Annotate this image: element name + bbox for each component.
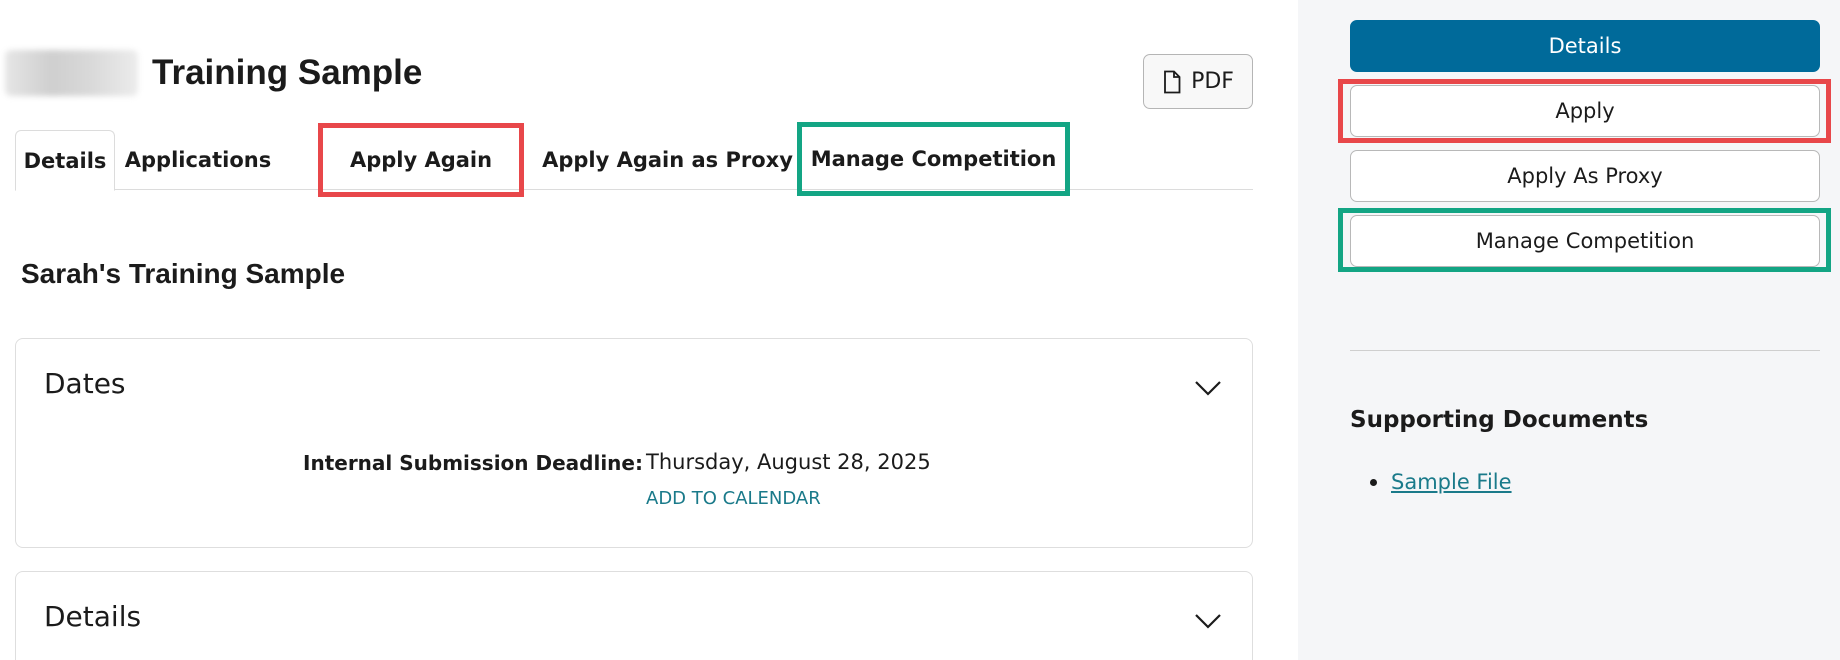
deadline-label: Internal Submission Deadline: — [303, 451, 643, 475]
list-item: Sample File — [1370, 470, 1512, 494]
page-title: Training Sample — [152, 53, 423, 92]
tab-apply-again-as-proxy[interactable]: Apply Again as Proxy — [535, 130, 800, 190]
tab-apply-again[interactable]: Apply Again — [318, 123, 524, 197]
chevron-down-icon[interactable] — [1194, 379, 1222, 397]
tab-applications[interactable]: Applications — [118, 130, 278, 190]
sample-file-link[interactable]: Sample File — [1391, 470, 1512, 494]
tab-manage-competition[interactable]: Manage Competition — [797, 122, 1070, 196]
redacted-name — [5, 50, 138, 96]
deadline-value: Thursday, August 28, 2025 — [646, 450, 931, 474]
apply-as-proxy-button[interactable]: Apply As Proxy — [1350, 150, 1820, 202]
details-card: Details — [15, 571, 1253, 660]
sidebar-divider — [1350, 350, 1820, 351]
file-icon — [1164, 70, 1181, 93]
bullet-icon — [1370, 478, 1377, 486]
dates-card-title: Dates — [44, 367, 126, 400]
main-content: Training Sample PDF Details Applications… — [0, 0, 1298, 660]
apply-button[interactable]: Apply — [1350, 85, 1820, 137]
manage-competition-button[interactable]: Manage Competition — [1350, 215, 1820, 267]
add-to-calendar-link[interactable]: ADD TO CALENDAR — [646, 488, 821, 509]
pdf-label: PDF — [1191, 69, 1234, 94]
chevron-down-icon[interactable] — [1194, 612, 1222, 630]
title-row: Training Sample — [5, 48, 422, 98]
supporting-documents-heading: Supporting Documents — [1350, 407, 1649, 433]
dates-card: Dates Internal Submission Deadline: Thur… — [15, 338, 1253, 548]
details-button[interactable]: Details — [1350, 20, 1820, 72]
sidebar: Details Apply Apply As Proxy Manage Comp… — [1298, 0, 1840, 660]
competition-heading: Sarah's Training Sample — [21, 258, 346, 289]
tab-bar: Details Applications Apply Again Apply A… — [15, 122, 1253, 197]
pdf-button[interactable]: PDF — [1143, 54, 1253, 109]
details-card-title: Details — [44, 600, 142, 633]
supporting-documents-list: Sample File — [1370, 470, 1512, 494]
tab-details[interactable]: Details — [15, 130, 115, 191]
